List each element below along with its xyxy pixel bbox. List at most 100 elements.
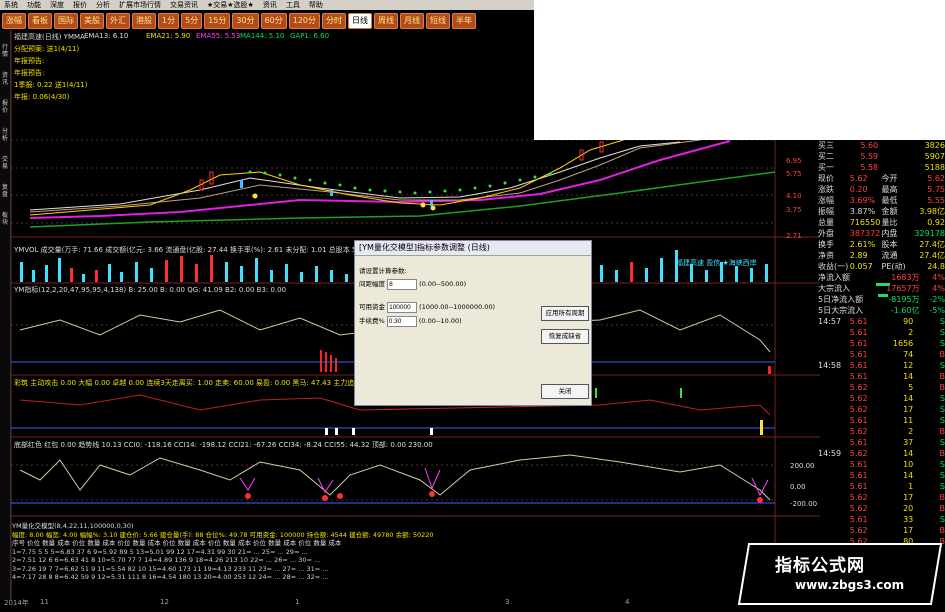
- tb-international[interactable]: 国际: [54, 13, 78, 29]
- tick-side: B: [939, 372, 945, 381]
- p1-input[interactable]: [387, 279, 418, 290]
- q-value2: 5.62: [927, 174, 945, 183]
- tick-volume: 14: [903, 372, 914, 381]
- tb-us-stocks[interactable]: 美股: [80, 13, 104, 29]
- quote-row: 外盘 387372 内盘 329178: [818, 228, 945, 239]
- nav-sector[interactable]: 板块: [0, 212, 10, 226]
- tb-gainers[interactable]: 涨幅: [2, 13, 26, 29]
- tick-side: S: [939, 471, 945, 480]
- tick-volume: 1656: [892, 339, 914, 348]
- tb-60min[interactable]: 60分: [260, 13, 287, 29]
- tick-time: [818, 459, 850, 470]
- nav-quote[interactable]: 行情: [0, 44, 10, 58]
- flow-value: -8195万: [888, 295, 920, 304]
- menu-quote[interactable]: 报价: [73, 0, 87, 10]
- tick-time: [818, 349, 850, 360]
- menu-trade-info[interactable]: 交易资讯: [170, 0, 198, 10]
- tb-weekly[interactable]: 周线: [374, 13, 399, 29]
- nav-report[interactable]: 报价: [0, 100, 10, 114]
- q-value: 387372: [849, 229, 881, 238]
- tick-row: 14:57 5.61 90 S: [818, 316, 945, 327]
- tick-time: [818, 393, 850, 404]
- quote-row: 振幅 3.87% 金额 3.98亿: [818, 206, 945, 217]
- tick-row: 14:59 5.62 14 B: [818, 448, 945, 459]
- q-label: 总量: [818, 218, 834, 227]
- menu-depth[interactable]: 深度: [50, 0, 64, 10]
- tb-1min[interactable]: 1分: [158, 13, 180, 29]
- p3-input[interactable]: [386, 316, 417, 327]
- tick-volume: 14: [903, 471, 914, 480]
- flow-label: 5日大宗流入: [818, 306, 864, 315]
- tb-30min[interactable]: 30分: [232, 13, 259, 29]
- axis-m1: 11: [40, 598, 49, 606]
- tb-hk-stocks[interactable]: 港股: [132, 13, 156, 29]
- tb-120min[interactable]: 120分: [288, 13, 321, 29]
- restore-default-button[interactable]: 恢复成缺省: [541, 329, 589, 344]
- tick-side: S: [939, 438, 945, 447]
- q-label: 买三: [818, 141, 834, 150]
- flow-label: 净流入额: [818, 273, 850, 282]
- tick-price: 5.61: [849, 416, 868, 425]
- info-line-5: 年报: 0.06(4/30): [14, 93, 70, 101]
- menu-function[interactable]: 功能: [27, 0, 41, 10]
- tb-daily[interactable]: 日线: [348, 13, 373, 29]
- q-vol: 3826: [924, 141, 945, 150]
- tick-price: 5.61: [849, 438, 868, 447]
- tb-board[interactable]: 看板: [28, 13, 52, 29]
- time-axis: 2014年 11 12 1 3 4: [0, 598, 800, 609]
- q-label: 买二: [818, 152, 834, 161]
- nav-analysis[interactable]: 分析: [0, 128, 10, 142]
- tick-price: 5.61: [849, 460, 868, 469]
- tick-time: [818, 437, 850, 448]
- tick-row: 5.62 14 S: [818, 393, 945, 404]
- tick-side: S: [939, 515, 945, 524]
- menu-stock-picker[interactable]: ★交易★选股★: [207, 0, 254, 10]
- info-line-2: 年报预告:: [14, 57, 45, 65]
- tick-row: 5.62 5 B: [818, 382, 945, 393]
- flow-value: 1683万: [891, 273, 920, 282]
- tick-volume: 12: [903, 361, 914, 370]
- menu-system[interactable]: 系统: [4, 0, 18, 10]
- tick-list: 14:57 5.61 90 S 5.61 2 S 5.61 1656 S 5.61 74 B 14:58 5…: [818, 316, 945, 547]
- tick-volume: 14: [903, 449, 914, 458]
- param-row-2: 可用资金 (1000.00--1000000.00): [359, 301, 495, 313]
- quote-row: 买二 5.59 5907: [818, 151, 945, 162]
- p2-input[interactable]: [387, 302, 418, 313]
- tb-monthly[interactable]: 月线: [400, 13, 425, 29]
- tb-forex[interactable]: 外汇: [106, 13, 130, 29]
- tb-half-year[interactable]: 半年: [452, 13, 477, 29]
- param-dialog: [YM量化交模型]指标参数调整 (日线) 请设置计算参数: 间距幅度 (0.00…: [354, 240, 592, 406]
- flow-value: 17657万: [886, 284, 920, 293]
- price-tick-4: 3.75: [786, 206, 802, 214]
- tb-short[interactable]: 短线: [426, 13, 451, 29]
- menu-bar: 系统 功能 深度 报价 分析 扩展市场行情 交易资讯 ★交易★选股★ 资讯 工具…: [0, 0, 534, 10]
- q-value2: 27.4亿: [919, 240, 945, 249]
- table-row: 2=7.51 12 6 6=6.63 41 8 10=5.70 77 7 14=…: [12, 556, 321, 564]
- q-value: 5.62: [849, 174, 868, 183]
- tb-5min[interactable]: 5分: [181, 13, 203, 29]
- price-tick-3: 4.10: [786, 192, 802, 200]
- ind1-title: YM指标(12,2,20,47,95,95,4,138) B: 25.00 B:…: [14, 286, 287, 294]
- tb-15min[interactable]: 15分: [204, 13, 231, 29]
- q-label2: 金额: [881, 207, 898, 216]
- q-value: 3.87%: [849, 207, 876, 216]
- vol-legend: 福建高速 盈信 ★海峡西岸: [676, 259, 757, 267]
- close-button[interactable]: 关闭: [541, 384, 589, 399]
- tb-intraday[interactable]: 分时: [322, 13, 347, 29]
- tick-volume: 20: [903, 504, 914, 513]
- nav-trade[interactable]: 交易: [0, 156, 10, 170]
- menu-help[interactable]: 帮助: [309, 0, 323, 10]
- menu-news[interactable]: 资讯: [263, 0, 277, 10]
- apply-all-button[interactable]: 应用所有周期: [541, 306, 589, 321]
- ind3-tick-2: 0.00: [790, 483, 806, 491]
- menu-tools[interactable]: 工具: [286, 0, 300, 10]
- nav-replay[interactable]: 复盘: [0, 184, 10, 198]
- tick-row: 5.61 37 S: [818, 437, 945, 448]
- p3-range: (0.00--10.00): [418, 317, 462, 325]
- q-label2: 股本: [881, 240, 898, 249]
- menu-analysis[interactable]: 分析: [96, 0, 110, 10]
- nav-news[interactable]: 资讯: [0, 72, 10, 86]
- menu-extended[interactable]: 扩展市场行情: [119, 0, 161, 10]
- q-label: 现价: [818, 174, 834, 183]
- p1-label: 间距幅度: [359, 280, 385, 288]
